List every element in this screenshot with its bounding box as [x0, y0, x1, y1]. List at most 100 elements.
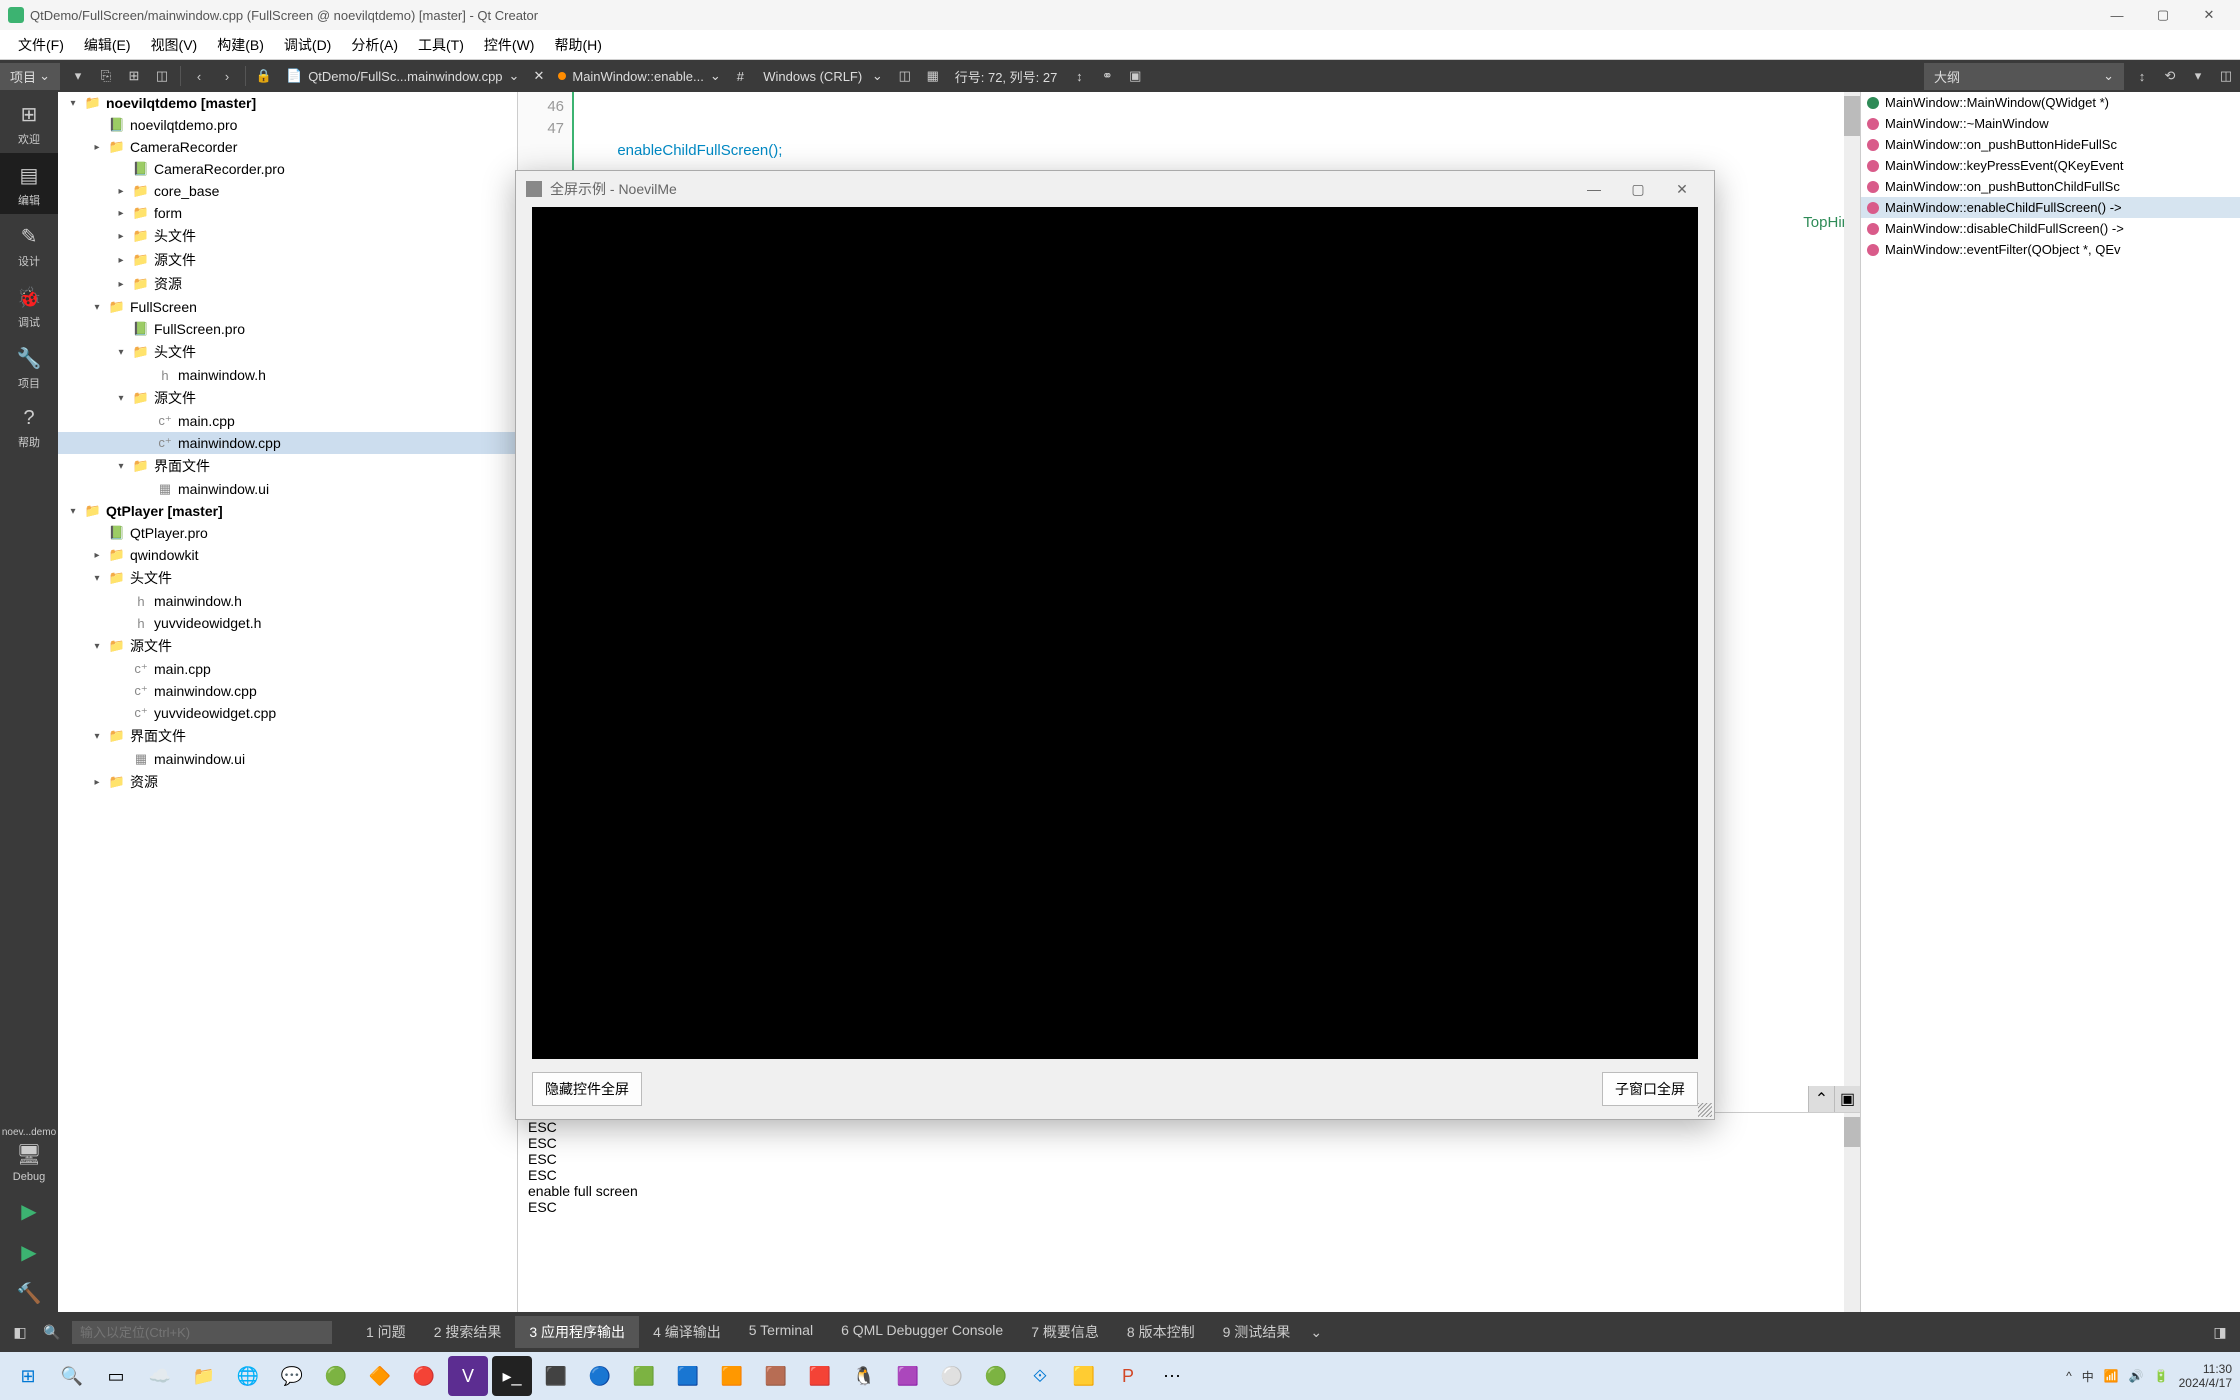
child-minimize-button[interactable]: —: [1572, 171, 1616, 207]
tree-row[interactable]: ▾📁头文件: [58, 340, 517, 364]
status-tab[interactable]: 7 概要信息: [1017, 1316, 1113, 1348]
tree-arrow-icon[interactable]: ▾: [66, 98, 80, 109]
cursor-position[interactable]: 行号: 72, 列号: 27: [947, 67, 1066, 86]
tree-arrow-icon[interactable]: ▸: [114, 255, 128, 266]
tree-arrow-icon[interactable]: ▸: [114, 186, 128, 197]
activity-欢迎[interactable]: ⊞欢迎: [0, 92, 58, 153]
system-tray[interactable]: ^ 中 📶 🔊 🔋 11:30 2024/4/17: [2066, 1362, 2232, 1390]
collapse-icon[interactable]: ⌃: [1808, 1086, 1834, 1112]
clock[interactable]: 11:30 2024/4/17: [2179, 1362, 2232, 1390]
vs-icon[interactable]: V: [448, 1356, 488, 1396]
ime-icon[interactable]: 中: [2082, 1368, 2094, 1385]
grid-icon[interactable]: ▦: [919, 62, 947, 90]
tree-arrow-icon[interactable]: ▸: [90, 142, 104, 153]
breadcrumb-file[interactable]: 📄 QtDemo/FullSc...mainwindow.cpp ⌄: [278, 68, 527, 84]
tree-row[interactable]: ▾📁源文件: [58, 634, 517, 658]
ppt-icon[interactable]: P: [1108, 1356, 1148, 1396]
status-tab[interactable]: 6 QML Debugger Console: [827, 1316, 1017, 1348]
outline-item[interactable]: MainWindow::keyPressEvent(QKeyEvent: [1861, 155, 2240, 176]
tree-row[interactable]: ▾📁界面文件: [58, 724, 517, 748]
split-icon[interactable]: ◫: [148, 62, 176, 90]
app-icon-6[interactable]: 🟧: [712, 1356, 752, 1396]
outline-item[interactable]: MainWindow::eventFilter(QObject *, QEv: [1861, 239, 2240, 260]
tree-row[interactable]: c⁺mainwindow.cpp: [58, 432, 517, 454]
run-button[interactable]: ▶: [0, 1189, 58, 1230]
app-icon-10[interactable]: ⚪: [932, 1356, 972, 1396]
tree-row[interactable]: ▦mainwindow.ui: [58, 478, 517, 500]
task-view-icon[interactable]: ▭: [96, 1356, 136, 1396]
wechat-icon[interactable]: 🟢: [316, 1356, 356, 1396]
outline-item[interactable]: MainWindow::on_pushButtonChildFullSc: [1861, 176, 2240, 197]
editor-scrollbar-v[interactable]: [1844, 92, 1860, 1112]
tree-arrow-icon[interactable]: ▾: [114, 347, 128, 358]
vscode-icon[interactable]: ⟐: [1020, 1356, 1060, 1396]
hide-fullscreen-button[interactable]: 隐藏控件全屏: [532, 1072, 642, 1106]
tree-arrow-icon[interactable]: ▾: [90, 641, 104, 652]
battery-icon[interactable]: 🔋: [2154, 1369, 2169, 1383]
menu-item[interactable]: 工具(T): [408, 31, 474, 59]
tree-arrow-icon[interactable]: ▸: [114, 231, 128, 242]
child-window-titlebar[interactable]: 全屏示例 - NoevilMe — ▢ ✕: [516, 171, 1714, 207]
volume-icon[interactable]: 🔊: [2129, 1369, 2144, 1383]
start-button[interactable]: ⊞: [8, 1356, 48, 1396]
sidebar-right-toggle-icon[interactable]: ◨: [2208, 1320, 2232, 1344]
app-icon-8[interactable]: 🟥: [800, 1356, 840, 1396]
bookmark-icon[interactable]: ▣: [1121, 62, 1149, 90]
app-icon-9[interactable]: 🟪: [888, 1356, 928, 1396]
side-by-side-icon[interactable]: ◫: [891, 62, 919, 90]
outline-selector[interactable]: 大纲⌄: [1924, 63, 2124, 90]
menu-item[interactable]: 视图(V): [141, 31, 208, 59]
activity-项目[interactable]: 🔧项目: [0, 336, 58, 397]
close-button[interactable]: ✕: [2186, 0, 2232, 30]
build-button[interactable]: 🔨: [0, 1271, 58, 1312]
breadcrumb-symbol[interactable]: MainWindow::enable... ⌄: [550, 68, 728, 84]
tree-arrow-icon[interactable]: ▾: [90, 731, 104, 742]
activity-编辑[interactable]: ▤编辑: [0, 153, 58, 214]
line-ending-selector[interactable]: # Windows (CRLF) ⌄: [729, 68, 891, 84]
maximize-button[interactable]: ▢: [2140, 0, 2186, 30]
tree-arrow-icon[interactable]: ▸: [114, 208, 128, 219]
menu-item[interactable]: 分析(A): [341, 31, 408, 59]
terminal-icon[interactable]: ▸_: [492, 1356, 532, 1396]
app-icon-11[interactable]: 🟢: [976, 1356, 1016, 1396]
tree-row[interactable]: ▾📁noevilqtdemo [master]: [58, 92, 517, 114]
activity-调试[interactable]: 🐞调试: [0, 275, 58, 336]
menu-item[interactable]: 调试(D): [274, 31, 341, 59]
tree-arrow-icon[interactable]: ▾: [114, 393, 128, 404]
resize-grip[interactable]: [1698, 1103, 1712, 1117]
tree-row[interactable]: hmainwindow.h: [58, 590, 517, 612]
tree-row[interactable]: c⁺main.cpp: [58, 658, 517, 680]
edge-icon[interactable]: 🌐: [228, 1356, 268, 1396]
menu-item[interactable]: 文件(F): [8, 31, 74, 59]
tree-row[interactable]: ▸📁头文件: [58, 224, 517, 248]
tree-row[interactable]: 📗CameraRecorder.pro: [58, 158, 517, 180]
project-tree[interactable]: ▾📁noevilqtdemo [master]📗noevilqtdemo.pro…: [58, 92, 518, 1312]
child-maximize-button[interactable]: ▢: [1616, 171, 1660, 207]
app-icon-7[interactable]: 🟫: [756, 1356, 796, 1396]
minimize-button[interactable]: —: [2094, 0, 2140, 30]
tree-arrow-icon[interactable]: ▾: [66, 506, 80, 517]
app-icon-4[interactable]: 🟩: [624, 1356, 664, 1396]
activity-帮助[interactable]: ?帮助: [0, 397, 58, 456]
activity-设计[interactable]: ✎设计: [0, 214, 58, 275]
tree-row[interactable]: ▸📁CameraRecorder: [58, 136, 517, 158]
outline-item[interactable]: MainWindow::enableChildFullScreen() ->: [1861, 197, 2240, 218]
tree-row[interactable]: 📗QtPlayer.pro: [58, 522, 517, 544]
output-pane[interactable]: ESCESCESCESCenable full screenESC: [518, 1112, 1860, 1312]
tree-arrow-icon[interactable]: ▾: [90, 573, 104, 584]
status-tab[interactable]: 4 编译输出: [639, 1316, 735, 1348]
status-tab[interactable]: 5 Terminal: [735, 1316, 827, 1348]
tree-arrow-icon[interactable]: ▸: [114, 279, 128, 290]
status-tab[interactable]: 1 问题: [352, 1316, 420, 1348]
more-icon[interactable]: ⌄: [1304, 1320, 1328, 1344]
app-icon-1[interactable]: 🔶: [360, 1356, 400, 1396]
tree-row[interactable]: ▦mainwindow.ui: [58, 748, 517, 770]
tree-row[interactable]: hmainwindow.h: [58, 364, 517, 386]
wifi-icon[interactable]: 📶: [2104, 1369, 2119, 1383]
chrome-icon[interactable]: 🔵: [580, 1356, 620, 1396]
child-close-button[interactable]: ✕: [1660, 171, 1704, 207]
status-tab[interactable]: 3 应用程序输出: [515, 1316, 639, 1348]
outline-item[interactable]: MainWindow::MainWindow(QWidget *): [1861, 92, 2240, 113]
tree-row[interactable]: c⁺mainwindow.cpp: [58, 680, 517, 702]
tree-arrow-icon[interactable]: ▸: [90, 777, 104, 788]
